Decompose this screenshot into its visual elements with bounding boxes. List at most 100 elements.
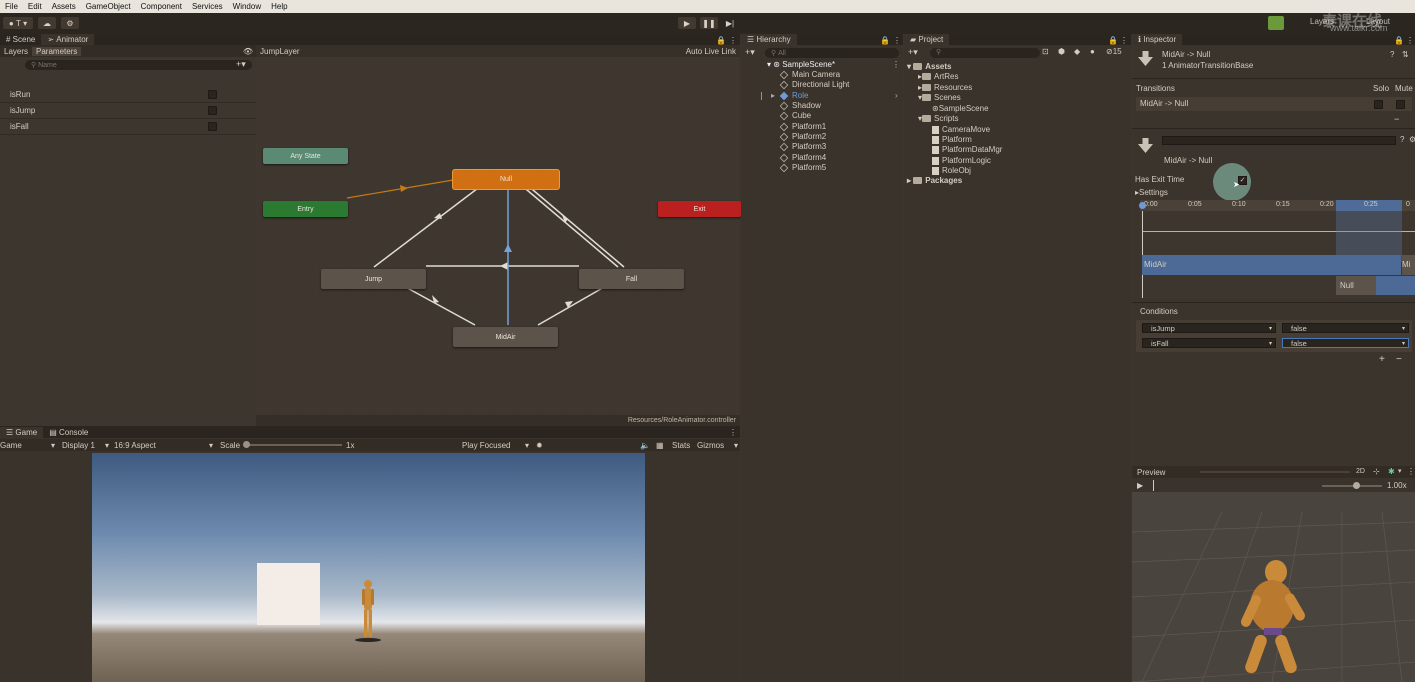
display-dropdown[interactable]: Display 1 ▾ — [62, 441, 109, 450]
project-item[interactable]: PlatformDataMgr — [932, 145, 1002, 154]
kebab-menu-icon[interactable]: ⋮ — [1406, 36, 1414, 45]
project-item[interactable]: ⊛ SampleScene — [932, 104, 989, 113]
exit-state-node[interactable]: Exit — [658, 201, 741, 217]
tab-scene[interactable]: # Scene — [0, 34, 41, 45]
project-item[interactable]: ▾ Scripts — [918, 114, 958, 123]
menu-edit[interactable]: Edit — [28, 2, 42, 11]
menu-help[interactable]: Help — [271, 2, 287, 11]
parameter-row[interactable]: isFall — [0, 119, 256, 135]
condition-value-dropdown[interactable]: false ▾ — [1282, 338, 1409, 348]
animator-graph[interactable]: JumpLayer Auto Live Link Any State Entry… — [256, 45, 741, 426]
play-button[interactable]: ▶ — [678, 17, 696, 29]
collab-button[interactable]: ⚙ — [61, 17, 79, 29]
preview-speed-slider[interactable] — [1322, 485, 1382, 487]
menu-gameobject[interactable]: GameObject — [86, 2, 131, 11]
midair-clip-bar-2[interactable]: Mi — [1402, 255, 1415, 275]
jump-state-node[interactable]: Jump — [321, 269, 426, 289]
account-button[interactable]: ● T ▾ — [3, 17, 33, 29]
kebab-menu-icon[interactable]: ⋮ — [1407, 467, 1415, 476]
midair-clip-bar[interactable]: MidAir — [1142, 255, 1401, 275]
parameter-row[interactable]: isJump — [0, 103, 256, 119]
game-viewport[interactable] — [92, 453, 645, 682]
midair-state-node[interactable]: MidAir — [453, 327, 558, 347]
null-state-node[interactable]: Null — [453, 170, 559, 189]
info-icon[interactable]: ● — [1090, 47, 1095, 56]
lock-icon[interactable]: 🔒 — [1394, 36, 1404, 45]
aspect-dropdown[interactable]: 16:9 Aspect ▾ — [114, 441, 213, 450]
tab-animator[interactable]: ➢ Animator — [41, 34, 95, 45]
search-by-label-icon[interactable]: ⬢ — [1058, 47, 1065, 56]
kebab-menu-icon[interactable]: ⋮ — [1120, 36, 1128, 45]
solo-checkbox[interactable] — [1374, 100, 1383, 109]
project-item[interactable]: Platform — [932, 135, 972, 144]
hierarchy-item[interactable]: Platform2 — [779, 132, 826, 141]
create-button[interactable]: +▾ — [745, 47, 755, 58]
hierarchy-item[interactable]: Platform3 — [779, 142, 826, 151]
transition-list-item[interactable]: MidAir -> Null — [1136, 97, 1412, 111]
transition-timeline[interactable]: 0:00 0:05 0:10 0:15 0:20 0:25 0 MidAir M… — [1139, 200, 1415, 298]
hierarchy-item[interactable]: Shadow — [779, 101, 821, 110]
chevron-right-icon[interactable]: › — [895, 91, 898, 100]
scale-slider-handle[interactable] — [243, 441, 250, 448]
preview-scrubber[interactable] — [1153, 480, 1154, 491]
remove-condition-button[interactable]: − — [1396, 354, 1402, 365]
play-focused-dropdown[interactable]: Play Focused ▾ — [462, 441, 529, 450]
scale-slider[interactable] — [244, 444, 342, 446]
project-item[interactable]: ▸ Resources — [918, 83, 972, 92]
display-mode-dropdown[interactable]: Game ▾ — [0, 441, 55, 450]
grid-icon[interactable]: ▦ — [656, 441, 664, 450]
lock-icon[interactable]: 🔒 — [1108, 36, 1118, 45]
transition-name-field[interactable] — [1162, 136, 1396, 145]
chevron-down-icon[interactable]: ▾ — [1398, 467, 1402, 475]
parameter-checkbox[interactable] — [208, 90, 217, 99]
preview-viewport[interactable] — [1132, 492, 1415, 682]
gizmos-dropdown[interactable]: Gizmos ▾ — [697, 441, 738, 450]
parameter-row[interactable]: isRun — [0, 87, 256, 103]
kebab-menu-icon[interactable]: ⋮ — [892, 60, 900, 69]
packages-root[interactable]: ▸ Packages — [907, 176, 962, 185]
hierarchy-item[interactable]: Platform1 — [779, 122, 826, 131]
parameter-search-input[interactable]: ⚲ Name — [25, 60, 252, 70]
remove-transition-button[interactable]: − — [1394, 114, 1399, 124]
condition-param-dropdown[interactable]: isJump ▾ — [1142, 323, 1276, 333]
hidden-packages-toggle[interactable]: ⊘ 15 — [1106, 47, 1122, 56]
entry-state-node[interactable]: Entry — [263, 201, 348, 217]
tab-parameters[interactable]: Parameters — [32, 46, 82, 56]
project-item[interactable]: ▸ ArtRes — [918, 72, 958, 81]
search-by-type-icon[interactable]: ⊡ — [1042, 47, 1049, 56]
eye-icon[interactable]: 👁 — [243, 47, 253, 56]
menu-file[interactable]: File — [5, 2, 18, 11]
project-search-input[interactable]: ⚲ — [930, 48, 1040, 58]
any-state-node[interactable]: Any State — [263, 148, 348, 164]
avatar-icon[interactable]: ✱ — [1388, 467, 1395, 476]
preview-play-button[interactable]: ▶ — [1137, 481, 1143, 490]
project-item[interactable]: CameraMove — [932, 125, 990, 134]
pivot-icon[interactable]: ⊹ — [1373, 467, 1380, 476]
step-button[interactable]: ▶| — [722, 17, 738, 29]
menu-window[interactable]: Window — [233, 2, 261, 11]
tab-hierarchy[interactable]: ☰ Hierarchy — [741, 34, 797, 45]
stats-button[interactable]: Stats — [672, 441, 690, 450]
tab-layers[interactable]: Layers — [0, 47, 32, 56]
kebab-menu-icon[interactable]: ⋮ — [893, 36, 901, 45]
hierarchy-item[interactable]: Cube — [779, 111, 811, 120]
hierarchy-item[interactable]: Platform5 — [779, 163, 826, 172]
project-item[interactable]: RoleObj — [932, 166, 971, 175]
add-condition-button[interactable]: + — [1379, 354, 1385, 365]
hierarchy-item[interactable]: Directional Light — [779, 80, 849, 89]
kebab-menu-icon[interactable]: ⋮ — [729, 428, 737, 437]
settings-foldout[interactable]: ▸Settings — [1135, 188, 1168, 197]
timeline-playhead[interactable] — [1139, 202, 1146, 209]
bug-icon[interactable]: ✹ — [536, 441, 543, 450]
kebab-menu-icon[interactable]: ⋮ — [729, 36, 737, 45]
assets-root[interactable]: ▾ Assets — [907, 62, 952, 71]
cloud-button[interactable]: ☁ — [38, 17, 56, 29]
create-asset-button[interactable]: +▾ — [908, 47, 918, 58]
project-item[interactable]: ▾ Scenes — [918, 93, 961, 102]
tag-icon[interactable]: ◆ — [1074, 47, 1080, 56]
mute-checkbox[interactable] — [1396, 100, 1405, 109]
parameter-checkbox[interactable] — [208, 106, 217, 115]
add-parameter-button[interactable]: +▾ — [236, 59, 246, 70]
preview-speed-handle[interactable] — [1353, 482, 1360, 489]
menu-assets[interactable]: Assets — [52, 2, 76, 11]
